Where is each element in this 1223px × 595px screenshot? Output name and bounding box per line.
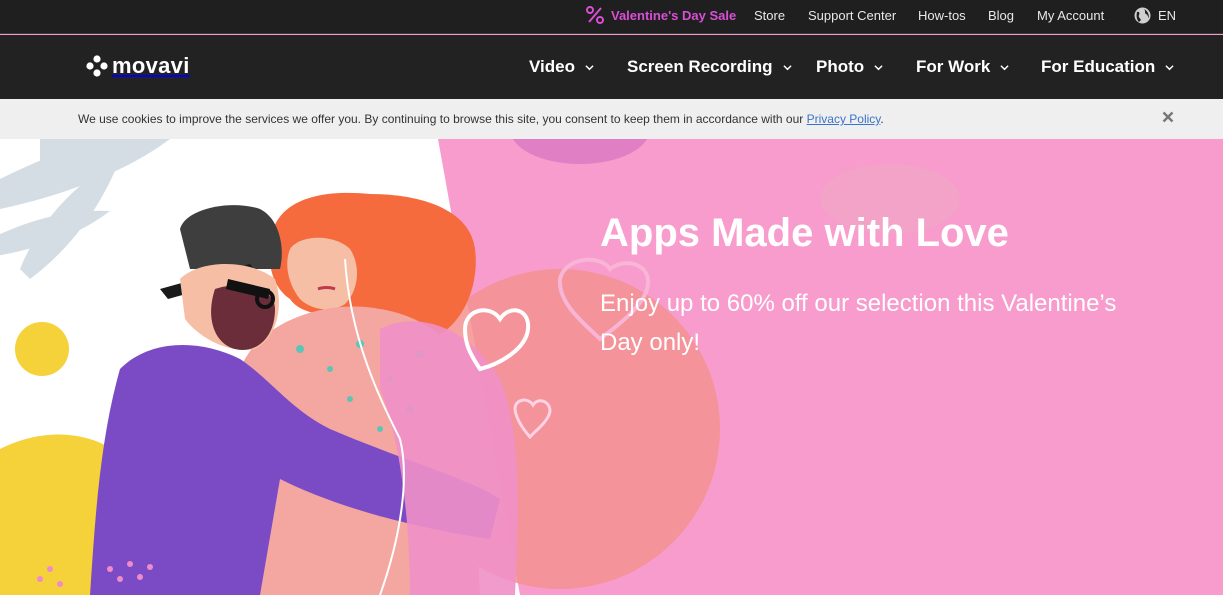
top-utility-bar: Valentine's Day Sale Store Support Cente… [0, 0, 1223, 34]
cookie-message-period: . [880, 112, 884, 126]
blog-link[interactable]: Blog [988, 8, 1014, 23]
nav-item-photo[interactable]: Photo [816, 57, 883, 77]
nav-item-label: Photo [816, 57, 865, 76]
chevron-down-icon [585, 64, 594, 70]
nav-item-video[interactable]: Video [529, 57, 594, 77]
nav-item-label: For Education [1041, 57, 1156, 76]
language-switcher[interactable]: EN [1134, 7, 1176, 24]
brand-name: movavi [112, 53, 190, 78]
nav-item-label: For Work [916, 57, 991, 76]
store-link[interactable]: Store [754, 8, 785, 23]
chevron-down-icon [782, 64, 792, 70]
main-navigation: movavi Video Screen Recording Photo For … [0, 35, 1223, 99]
chevron-down-icon [1165, 64, 1174, 70]
language-label: EN [1158, 8, 1177, 23]
cookie-consent-bar: We use cookies to improve the services w… [0, 99, 1223, 139]
nav-item-screen-recording[interactable]: Screen Recording [627, 57, 792, 77]
nav-item-for-work[interactable]: For Work [916, 57, 1009, 77]
chevron-down-icon [874, 64, 883, 70]
privacy-policy-link[interactable]: Privacy Policy [807, 112, 881, 126]
brand-logo[interactable]: movavi [86, 53, 190, 79]
cookie-message-text: We use cookies to improve the services w… [78, 112, 807, 126]
nav-item-label: Video [529, 57, 575, 76]
cookie-message: We use cookies to improve the services w… [78, 112, 884, 126]
my-account-link[interactable]: My Account [1037, 8, 1104, 23]
nav-item-for-education[interactable]: For Education [1041, 57, 1174, 77]
sale-label: Valentine's Day Sale [611, 7, 737, 23]
nav-item-label: Screen Recording [627, 57, 773, 76]
couple-illustration [0, 139, 960, 595]
valentines-sale-link[interactable]: Valentine's Day Sale [585, 5, 736, 25]
close-icon[interactable] [1161, 110, 1175, 124]
support-center-link[interactable]: Support Center [808, 8, 896, 23]
movavi-logo-icon [86, 55, 108, 77]
chevron-down-icon [1000, 64, 1009, 70]
percent-icon [586, 6, 604, 24]
hero-subtitle: Enjoy up to 60% off our selection this V… [600, 290, 1117, 356]
globe-icon [1134, 7, 1151, 24]
hero-title: Apps Made with Love [600, 211, 1009, 255]
hero-banner: Apps Made with Love Enjoy up to 60% off … [0, 139, 1223, 595]
how-tos-link[interactable]: How-tos [918, 8, 966, 23]
